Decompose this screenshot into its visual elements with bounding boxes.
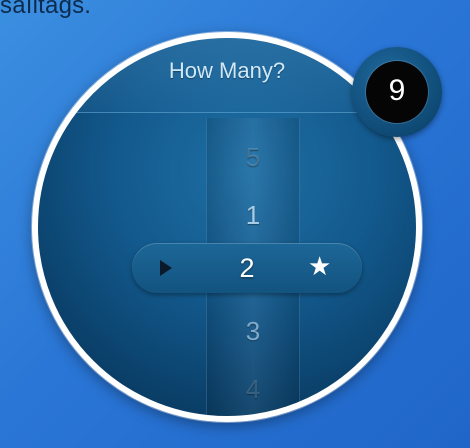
picker-option[interactable]: 1 [207,200,299,231]
star-icon[interactable]: ★ [308,251,331,283]
count-badge-inner: 9 [366,61,428,123]
selection-bar[interactable]: 2 ★ [132,243,362,293]
count-value: 9 [388,74,406,107]
count-badge: 9 [352,47,442,137]
play-icon[interactable] [160,260,172,276]
selected-value: 2 [239,253,255,283]
picker-option[interactable]: 4 [207,374,299,405]
picker-option[interactable]: 5 [207,142,299,173]
partial-caption: saıltags. [0,0,92,19]
picker-option[interactable]: 3 [207,316,299,347]
